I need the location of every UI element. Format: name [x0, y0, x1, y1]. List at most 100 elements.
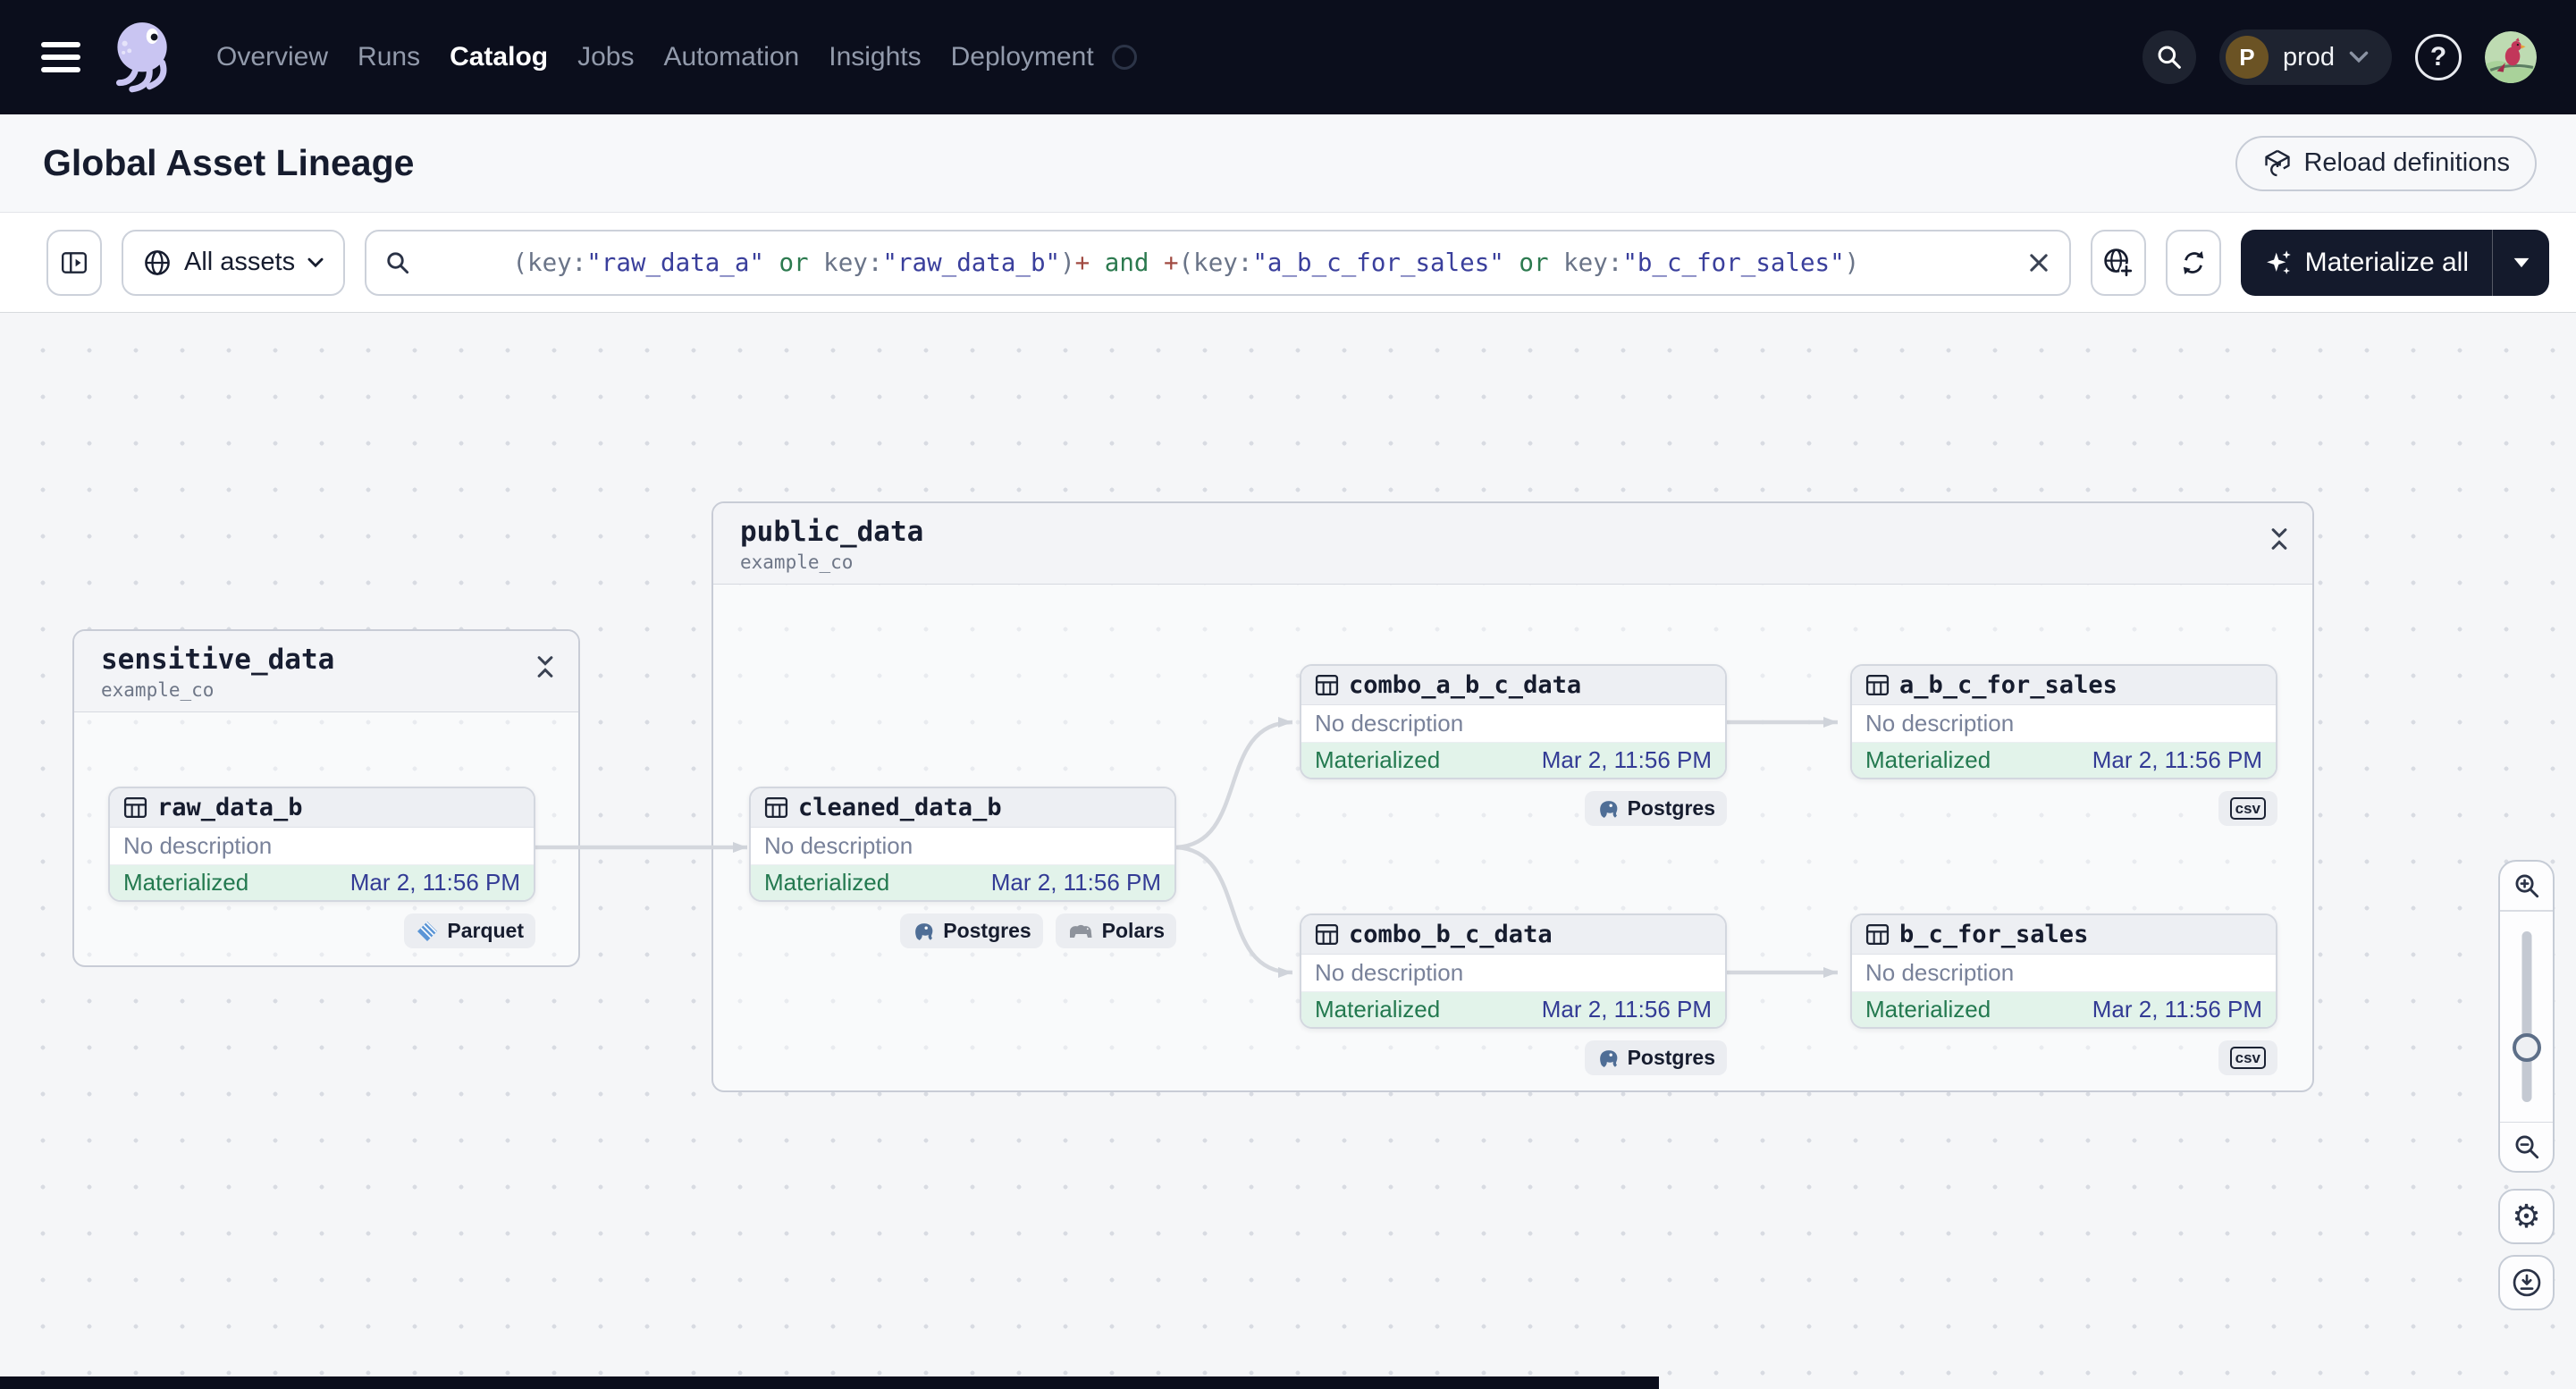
nav-automation[interactable]: Automation — [663, 42, 799, 72]
zoom-in-button[interactable] — [2500, 862, 2553, 910]
sidebar-toggle-button[interactable] — [46, 229, 102, 296]
primary-nav: Overview Runs Catalog Jobs Automation In… — [216, 42, 1094, 72]
zoom-out-icon — [2515, 1135, 2538, 1159]
nav-runs[interactable]: Runs — [358, 42, 420, 72]
dagster-logo[interactable] — [105, 19, 175, 96]
download-circle-icon — [2513, 1268, 2540, 1297]
zoom-out-button[interactable] — [2500, 1123, 2553, 1171]
csv-icon: csv — [2229, 1046, 2266, 1070]
status-badge: Materialized — [1315, 746, 1441, 773]
asset-node-raw-data-b[interactable]: raw_data_b No description Materialized M… — [108, 787, 535, 902]
materialization-timestamp: Mar 2, 11:56 PM — [990, 869, 1161, 896]
page-header: Global Asset Lineage Reload definitions — [0, 114, 2576, 213]
asset-filter-input[interactable]: (key:"raw_data_a" or key:"raw_data_b")+ … — [365, 229, 2071, 296]
zoom-slider[interactable] — [2500, 912, 2553, 1122]
polars-icon — [1069, 924, 1092, 938]
zoom-in-icon — [2515, 874, 2538, 898]
kind-badge-polars[interactable]: Polars — [1055, 913, 1176, 948]
chevron-down-icon — [307, 257, 324, 267]
globe-plus-icon — [2103, 248, 2134, 278]
deployment-badge: P — [2225, 36, 2269, 79]
menu-icon[interactable] — [41, 42, 82, 72]
table-icon — [1315, 674, 1339, 696]
zoom-slider-thumb[interactable] — [2512, 1032, 2541, 1062]
kind-badge-postgres[interactable]: Postgres — [1584, 791, 1727, 826]
kind-badge-parquet[interactable]: Parquet — [404, 913, 535, 948]
nav-overview[interactable]: Overview — [216, 42, 328, 72]
parquet-icon — [417, 921, 438, 941]
asset-description: No description — [1852, 705, 2276, 743]
asset-node-b-c-for-sales[interactable]: b_c_for_sales No description Materialize… — [1850, 913, 2277, 1029]
asset-description: No description — [1301, 955, 1725, 992]
globe-icon — [145, 249, 170, 275]
deployment-name: prod — [2282, 42, 2335, 72]
user-avatar[interactable] — [2485, 31, 2537, 83]
kind-badge-postgres[interactable]: Postgres — [1584, 1040, 1727, 1075]
kind-badge-csv[interactable]: csv — [2218, 791, 2277, 826]
asset-name: b_c_for_sales — [1899, 921, 2089, 948]
panel-expand-icon — [62, 251, 87, 274]
nav-catalog[interactable]: Catalog — [450, 42, 548, 72]
table-icon — [1865, 674, 1890, 696]
csv-icon: csv — [2229, 796, 2266, 821]
status-badge: Materialized — [1865, 746, 1991, 773]
materialization-timestamp: Mar 2, 11:56 PM — [2092, 746, 2262, 773]
reload-cube-icon — [2265, 149, 2291, 176]
lineage-toolbar: All assets (key:"raw_data_a" or key:"raw… — [0, 213, 2576, 313]
kind-badge-csv[interactable]: csv — [2218, 1040, 2277, 1075]
graph-settings-button[interactable] — [2498, 1189, 2555, 1244]
table-icon — [1865, 923, 1890, 946]
page-title: Global Asset Lineage — [43, 142, 415, 183]
asset-node-combo-a-b-c-data[interactable]: combo_a_b_c_data No description Material… — [1300, 664, 1727, 779]
help-icon[interactable] — [2415, 34, 2462, 80]
postgres-icon — [1599, 800, 1617, 818]
asset-description: No description — [110, 828, 534, 865]
bottom-bar — [0, 1376, 1659, 1389]
deployment-switcher[interactable]: P prod — [2218, 29, 2392, 85]
asset-node-cleaned-data-b[interactable]: cleaned_data_b No description Materializ… — [749, 787, 1176, 902]
caret-down-icon — [2513, 257, 2529, 267]
asset-node-a-b-c-for-sales[interactable]: a_b_c_for_sales No description Materiali… — [1850, 664, 2277, 779]
asset-node-combo-b-c-data[interactable]: combo_b_c_data No description Materializ… — [1300, 913, 1727, 1029]
nav-jobs[interactable]: Jobs — [577, 42, 634, 72]
asset-scope-dropdown[interactable]: All assets — [122, 229, 346, 296]
search-icon[interactable] — [2142, 30, 2196, 84]
status-badge: Materialized — [1865, 996, 1991, 1023]
materialization-timestamp: Mar 2, 11:56 PM — [2092, 996, 2262, 1023]
materialization-timestamp: Mar 2, 11:56 PM — [1541, 746, 1712, 773]
postgres-icon — [915, 922, 933, 940]
nav-deployment[interactable]: Deployment — [951, 42, 1094, 72]
table-icon — [1315, 923, 1339, 946]
table-icon — [764, 796, 788, 819]
asset-name: combo_b_c_data — [1349, 921, 1553, 948]
nav-insights[interactable]: Insights — [829, 42, 921, 72]
zoom-slider-track[interactable] — [2521, 930, 2531, 1102]
search-icon — [387, 251, 409, 274]
filter-query-text[interactable]: (key:"raw_data_a" or key:"raw_data_b")+ … — [424, 220, 2013, 306]
asset-description: No description — [1301, 705, 1725, 743]
loading-spinner-icon — [1111, 45, 1137, 70]
asset-description: No description — [1852, 955, 2276, 992]
postgres-icon — [1599, 1049, 1617, 1067]
sparkles-icon — [2266, 249, 2291, 274]
materialize-options-caret[interactable] — [2492, 229, 2549, 296]
materialization-timestamp: Mar 2, 11:56 PM — [1541, 996, 1712, 1023]
edge-cleaned-to-combo-abc — [1175, 717, 1293, 850]
kind-badge-postgres[interactable]: Postgres — [900, 913, 1043, 948]
asset-name: combo_a_b_c_data — [1349, 671, 1582, 699]
asset-name: cleaned_data_b — [798, 794, 1002, 821]
materialization-timestamp: Mar 2, 11:56 PM — [349, 869, 520, 896]
asset-name: a_b_c_for_sales — [1899, 671, 2117, 699]
asset-description: No description — [751, 828, 1174, 865]
status-badge: Materialized — [123, 869, 249, 896]
top-navbar: Overview Runs Catalog Jobs Automation In… — [0, 0, 2576, 114]
status-badge: Materialized — [764, 869, 890, 896]
lineage-canvas[interactable]: sensitive_data example_co public_data ex… — [0, 313, 2576, 1389]
refresh-button[interactable] — [2165, 229, 2221, 296]
table-icon — [123, 796, 147, 819]
clear-filter-icon[interactable] — [2026, 250, 2051, 275]
download-graph-button[interactable] — [2498, 1255, 2555, 1310]
materialize-all-button[interactable]: Materialize all — [2240, 229, 2549, 296]
filter-scope-globe-button[interactable] — [2090, 229, 2146, 296]
reload-definitions-button[interactable]: Reload definitions — [2235, 135, 2537, 191]
